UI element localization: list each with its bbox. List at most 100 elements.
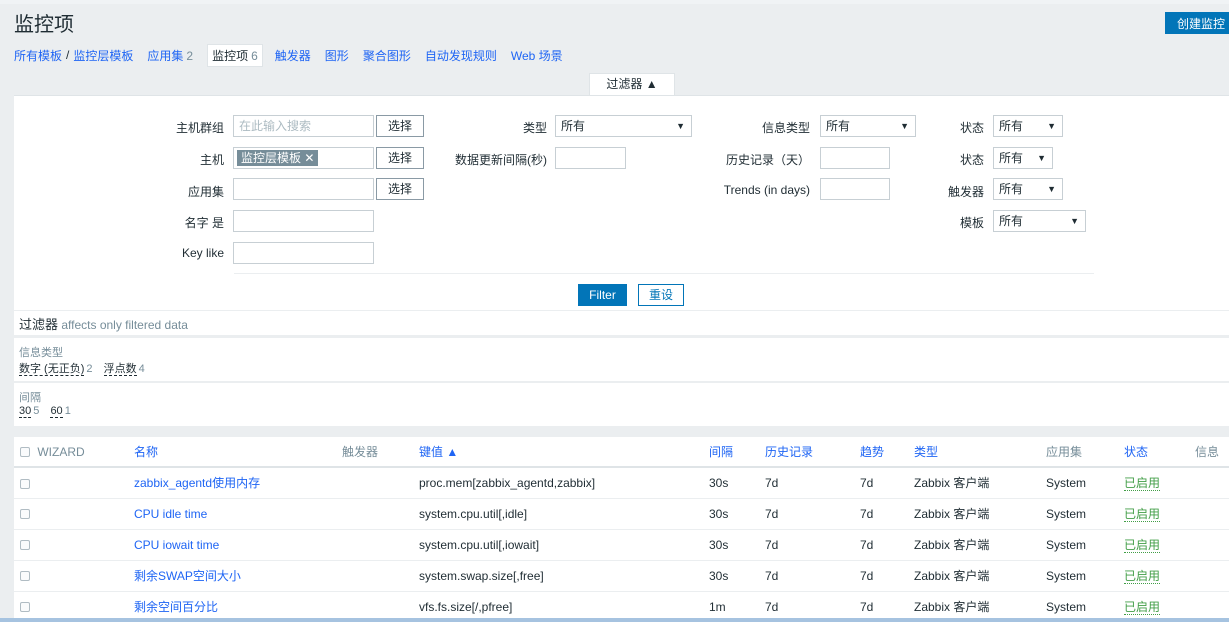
item-trends-cell: 7d: [860, 467, 914, 499]
name-input[interactable]: [233, 210, 374, 232]
item-trends-cell: 7d: [860, 498, 914, 530]
status-label: 状态: [959, 153, 984, 167]
status-select[interactable]: 所有 ▼: [993, 147, 1053, 169]
type-select[interactable]: 所有 ▼: [555, 115, 692, 137]
subfilter-item[interactable]: 60: [50, 405, 63, 418]
trends-input[interactable]: [820, 178, 890, 200]
application-label: 应用集: [187, 185, 224, 199]
template-select[interactable]: 所有 ▼: [993, 210, 1086, 232]
item-key: system.cpu.util[,idle]: [419, 506, 528, 521]
item-type-cell: Zabbix 客户端: [914, 529, 1046, 561]
reset-button[interactable]: 重设: [638, 284, 684, 306]
row-checkbox[interactable]: [20, 540, 30, 551]
history-input[interactable]: [820, 147, 890, 169]
header-wizard: WIZARD: [14, 437, 134, 468]
breadcrumb-separator: /: [66, 48, 70, 62]
header-type[interactable]: 类型: [914, 437, 1046, 468]
key-input[interactable]: [233, 242, 374, 264]
row-checkbox[interactable]: [20, 509, 30, 520]
item-status[interactable]: 已启用: [1124, 569, 1161, 584]
item-application-cell: System: [1046, 498, 1124, 530]
history-label: 历史记录（天）: [725, 153, 810, 167]
item-type-cell: Zabbix 客户端: [914, 467, 1046, 499]
item-trends-cell: 7d: [860, 560, 914, 592]
interval-input[interactable]: [555, 147, 626, 169]
filter-button[interactable]: Filter: [578, 284, 627, 306]
nav-discovery[interactable]: 自动发现规则: [425, 47, 497, 64]
subfilter-title: 过滤器: [19, 317, 59, 332]
nav-screens[interactable]: 聚合图形: [363, 47, 411, 64]
checkbox-cell: [14, 498, 134, 530]
item-info-cell: [1195, 467, 1229, 499]
item-key: vfs.fs.size[/,pfree]: [419, 599, 513, 614]
item-status[interactable]: 已启用: [1124, 507, 1161, 522]
nav-items[interactable]: 监控项 6: [207, 43, 263, 67]
nav-graphs[interactable]: 图形: [325, 47, 349, 64]
state-label: 状态: [959, 121, 984, 135]
item-name-link[interactable]: CPU idle time: [134, 507, 207, 521]
create-item-button[interactable]: 创建监控: [1165, 12, 1229, 34]
item-status[interactable]: 已启用: [1124, 538, 1161, 553]
subfilter-item[interactable]: 数字 (无正负): [19, 363, 85, 376]
item-application: System: [1046, 506, 1087, 521]
item-status[interactable]: 已启用: [1124, 476, 1161, 492]
host-select-button[interactable]: 选择: [376, 147, 424, 169]
row-checkbox[interactable]: [20, 571, 30, 582]
row-checkbox[interactable]: [20, 478, 30, 489]
item-name-link[interactable]: 剩余SWAP空间大小: [134, 569, 241, 583]
item-interval-cell: 30s: [709, 560, 765, 592]
application-select-button[interactable]: 选择: [376, 178, 424, 200]
host-group-select-button[interactable]: 选择: [376, 115, 424, 137]
item-application-cell: System: [1046, 467, 1124, 499]
subfilter-item[interactable]: 浮点数: [103, 363, 137, 376]
item-type-cell: Zabbix 客户端: [914, 560, 1046, 592]
triggers-select[interactable]: 所有 ▼: [993, 178, 1063, 200]
header-key[interactable]: 键值 ▲: [419, 437, 709, 468]
nav-triggers[interactable]: 触发器: [275, 47, 311, 64]
item-type: Zabbix 客户端: [914, 507, 990, 521]
subfilter-group-name: 信息类型: [19, 347, 63, 359]
header-status[interactable]: 状态: [1124, 437, 1195, 468]
item-history-cell: 7d: [765, 529, 860, 561]
item-key-cell: system.cpu.util[,iowait]: [419, 529, 709, 561]
host-input[interactable]: 监控层模板 ✕: [233, 147, 374, 169]
triggers-label: 触发器: [947, 185, 984, 199]
chevron-down-icon: ▼: [676, 121, 685, 131]
chevron-down-icon: ▼: [1070, 216, 1079, 226]
header-name[interactable]: 名称: [134, 437, 342, 468]
header-history[interactable]: 历史记录: [765, 437, 860, 468]
item-status[interactable]: 已启用: [1124, 600, 1161, 615]
item-name-link[interactable]: zabbix_agentd使用内存: [134, 476, 260, 490]
item-status-cell: 已启用: [1124, 560, 1195, 592]
nav-all-templates[interactable]: 所有模板: [14, 47, 62, 64]
table-header-row: WIZARD 名称 触发器 键值 ▲ 间隔 历史记录 趋势 类型 应用集 状态 …: [14, 437, 1229, 468]
item-name-link[interactable]: CPU iowait time: [134, 538, 219, 552]
item-key-cell: proc.mem[zabbix_agentd,zabbix]: [419, 467, 709, 499]
remove-tag-icon[interactable]: ✕: [304, 151, 314, 165]
state-select[interactable]: 所有 ▼: [993, 115, 1063, 137]
info-type-select[interactable]: 所有 ▼: [820, 115, 916, 137]
select-all-checkbox[interactable]: [20, 447, 30, 458]
subfilter-group-name: 间隔: [19, 392, 41, 404]
nav-template[interactable]: 监控层模板: [73, 47, 133, 64]
item-name-link[interactable]: 剩余空间百分比: [134, 600, 218, 614]
chevron-down-icon: ▼: [1047, 121, 1056, 131]
header-applications: 应用集: [1046, 437, 1124, 468]
item-interval-cell: 30s: [709, 498, 765, 530]
header-interval[interactable]: 间隔: [709, 437, 765, 468]
item-trends: 7d: [860, 599, 874, 614]
item-key: system.cpu.util[,iowait]: [419, 537, 540, 552]
application-input[interactable]: [233, 178, 374, 200]
filter-toggle-tab[interactable]: 过滤器 ▲: [589, 73, 675, 95]
item-history: 7d: [765, 506, 779, 521]
host-group-input[interactable]: 在此输入搜索: [233, 115, 374, 137]
subfilter-hint: affects only filtered data: [61, 318, 188, 332]
header-trends[interactable]: 趋势: [860, 437, 914, 468]
item-interval: 30s: [709, 537, 729, 552]
nav-web[interactable]: Web 场景: [511, 47, 563, 64]
table-row: 剩余SWAP空间大小 system.swap.size[,free] 30s 7d 7d…: [14, 560, 1229, 592]
nav-applications[interactable]: 应用集 2: [147, 47, 193, 64]
row-checkbox[interactable]: [20, 602, 30, 613]
table-row: CPU idle time system.cpu.util[,idle] 30s 7d…: [14, 498, 1229, 530]
subfilter-item[interactable]: 30: [19, 405, 32, 418]
